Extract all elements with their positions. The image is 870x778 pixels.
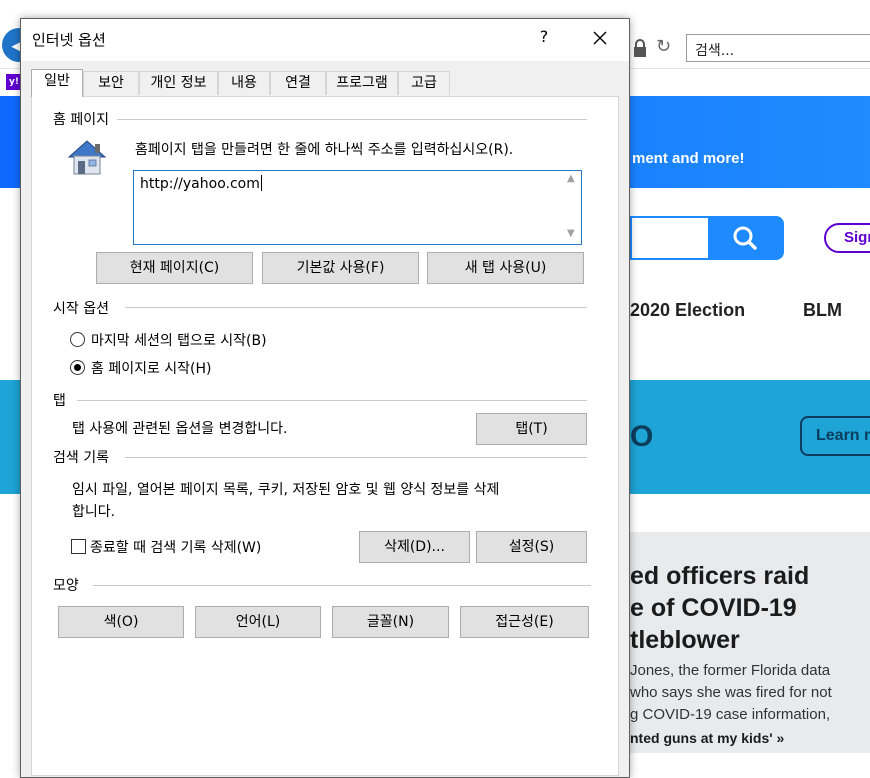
startup-home-page-radio[interactable] bbox=[70, 360, 85, 375]
tabs-group-label: 탭 bbox=[53, 390, 72, 410]
history-description: 임시 파일, 열어본 페이지 목록, 쿠키, 저장된 암호 및 웹 양식 정보를… bbox=[72, 479, 499, 523]
summary-line: Jones, the former Florida data bbox=[630, 662, 831, 679]
url-scrollbar[interactable]: ▲ ▼ bbox=[564, 171, 581, 244]
group-divider bbox=[125, 307, 587, 308]
delete-history-button[interactable]: 삭제(D)... bbox=[359, 531, 470, 563]
tabs-settings-button[interactable]: 탭(T) bbox=[476, 413, 587, 445]
tab-programs[interactable]: 프로그램 bbox=[326, 71, 398, 95]
home-page-url-textarea[interactable]: http://yahoo.com ▲ ▼ bbox=[133, 170, 582, 245]
news-summary: Jones, the former Florida data who says … bbox=[630, 660, 832, 726]
delete-history-on-exit-label[interactable]: 종료할 때 검색 기록 삭제(W) bbox=[90, 537, 261, 557]
text-caret bbox=[260, 175, 262, 191]
internet-options-dialog: 인터넷 옵션 ? 일반 보안 개인 정보 내용 연결 프로그램 고급 홈 페이지… bbox=[20, 18, 630, 778]
promo-text: ment and more! bbox=[632, 150, 745, 167]
group-divider bbox=[125, 457, 587, 458]
home-page-url-value: http://yahoo.com bbox=[140, 176, 260, 192]
group-divider bbox=[77, 400, 587, 401]
yahoo-search-button[interactable] bbox=[708, 216, 784, 260]
news-headline[interactable]: ed officers raid e of COVID-19 tleblower bbox=[630, 560, 809, 656]
startup-last-session-label[interactable]: 마지막 세션의 탭으로 시작(B) bbox=[91, 330, 267, 350]
accessibility-button[interactable]: 접근성(E) bbox=[460, 606, 589, 638]
learn-more-button[interactable]: Learn m bbox=[800, 416, 870, 456]
yahoo-search-input[interactable] bbox=[630, 216, 708, 260]
group-divider bbox=[117, 119, 587, 120]
use-current-page-button[interactable]: 현재 페이지(C) bbox=[96, 252, 253, 284]
history-settings-button[interactable]: 설정(S) bbox=[476, 531, 587, 563]
history-description-line: 임시 파일, 열어본 페이지 목록, 쿠키, 저장된 암호 및 웹 양식 정보를… bbox=[72, 482, 500, 498]
nav-link-blm[interactable]: BLM bbox=[803, 300, 842, 321]
tab-connections[interactable]: 연결 bbox=[270, 71, 326, 95]
headline-line: ed officers raid bbox=[630, 562, 810, 590]
search-icon bbox=[733, 226, 757, 250]
tab-privacy[interactable]: 개인 정보 bbox=[139, 71, 218, 95]
help-button[interactable]: ? bbox=[533, 27, 555, 51]
refresh-icon[interactable]: ↻ bbox=[656, 37, 674, 57]
summary-line: g COVID-19 case information, bbox=[630, 706, 831, 723]
nav-link-election[interactable]: 2020 Election bbox=[630, 300, 745, 321]
use-new-tab-button[interactable]: 새 탭 사용(U) bbox=[427, 252, 584, 284]
tabs-description: 탭 사용에 관련된 옵션을 변경합니다. bbox=[72, 421, 288, 437]
delete-history-on-exit-checkbox[interactable] bbox=[71, 539, 86, 554]
home-page-description: 홈페이지 탭을 만들려면 한 줄에 하나씩 주소를 입력하십시오(R). bbox=[135, 142, 514, 158]
sign-in-button[interactable]: Sign bbox=[824, 223, 870, 253]
headline-line: tleblower bbox=[630, 626, 740, 654]
home-page-group-label: 홈 페이지 bbox=[53, 109, 115, 129]
summary-line: who says she was fired for not bbox=[630, 684, 832, 701]
use-default-button[interactable]: 기본값 사용(F) bbox=[262, 252, 419, 284]
languages-button[interactable]: 언어(L) bbox=[195, 606, 321, 638]
group-divider bbox=[93, 585, 591, 586]
headline-line: e of COVID-19 bbox=[630, 594, 797, 622]
browser-search-input[interactable]: 검색... bbox=[686, 34, 870, 62]
tab-content[interactable]: 내용 bbox=[218, 71, 270, 95]
tab-general[interactable]: 일반 bbox=[31, 69, 83, 97]
tab-advanced[interactable]: 고급 bbox=[398, 71, 450, 95]
scroll-down-icon[interactable]: ▼ bbox=[567, 228, 575, 239]
startup-group-label: 시작 옵션 bbox=[53, 298, 115, 318]
news-quote-link[interactable]: nted guns at my kids' » bbox=[630, 730, 784, 746]
lock-icon bbox=[634, 39, 646, 57]
colors-button[interactable]: 색(O) bbox=[58, 606, 184, 638]
history-description-line: 합니다. bbox=[72, 504, 116, 520]
scroll-up-icon[interactable]: ▲ bbox=[567, 173, 575, 184]
ad-banner-text: O bbox=[630, 420, 654, 453]
browser-search-placeholder: 검색... bbox=[695, 43, 735, 59]
startup-last-session-radio[interactable] bbox=[70, 332, 85, 347]
fonts-button[interactable]: 글꼴(N) bbox=[332, 606, 449, 638]
appearance-group-label: 모양 bbox=[53, 575, 85, 595]
startup-home-page-label[interactable]: 홈 페이지로 시작(H) bbox=[91, 358, 212, 378]
tab-security[interactable]: 보안 bbox=[83, 71, 139, 95]
dialog-titlebar[interactable]: 인터넷 옵션 ? bbox=[21, 19, 629, 61]
house-icon bbox=[67, 140, 107, 175]
close-icon[interactable] bbox=[587, 25, 613, 51]
history-group-label: 검색 기록 bbox=[53, 447, 115, 467]
dialog-title: 인터넷 옵션 bbox=[32, 31, 106, 49]
